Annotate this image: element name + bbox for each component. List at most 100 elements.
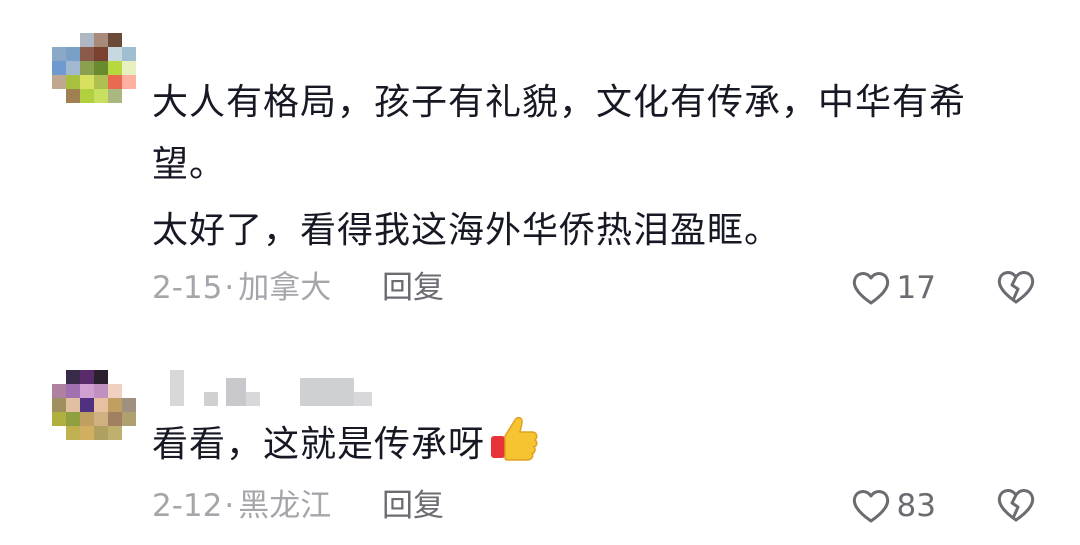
avatar-pixel: [122, 61, 136, 75]
like-button[interactable]: 17: [851, 268, 936, 308]
avatar-pixel: [122, 398, 136, 412]
dislike-button[interactable]: [996, 486, 1036, 526]
avatar-pixel: [52, 47, 66, 61]
avatar-pixel: [52, 370, 66, 384]
avatar-pixel: [66, 61, 80, 75]
comment-meta: 2-12· 黑龙江 回复: [152, 486, 444, 526]
reply-button[interactable]: 回复: [382, 268, 444, 308]
avatar-pixel: [80, 412, 94, 426]
comment-text-content: 看看，这就是传承呀: [152, 424, 486, 465]
comment-item: 看看，这就是传承呀 2-12· 黑龙江 回复 83: [0, 330, 1080, 545]
avatar-pixel: [66, 47, 80, 61]
avatar-pixel: [94, 47, 108, 61]
like-count: 83: [896, 488, 936, 524]
comment-location: 加拿大: [238, 270, 332, 306]
avatar-pixel: [94, 75, 108, 89]
avatar-pixel: [66, 426, 80, 440]
avatar[interactable]: [52, 370, 136, 454]
avatar-pixel: [122, 47, 136, 61]
avatar-pixel: [52, 75, 66, 89]
avatar-pixel: [80, 440, 94, 454]
avatar-pixel: [66, 103, 80, 117]
avatar-pixel: [94, 89, 108, 103]
avatar-pixel: [80, 61, 94, 75]
like-button[interactable]: 83: [851, 486, 936, 526]
avatar-pixel: [66, 384, 80, 398]
avatar-pixel: [108, 103, 122, 117]
avatar-pixel: [94, 440, 108, 454]
comment-date: 2-12: [152, 488, 223, 524]
avatar-pixel: [108, 398, 122, 412]
avatar-pixel: [122, 33, 136, 47]
avatar-pixel: [122, 384, 136, 398]
avatar-pixel: [122, 89, 136, 103]
comment-date: 2-15: [152, 270, 223, 306]
heart-icon: [851, 488, 891, 524]
avatar-pixel: [66, 412, 80, 426]
avatar-pixel: [80, 384, 94, 398]
broken-heart-icon: [996, 268, 1036, 306]
separator-dot: ·: [224, 270, 235, 306]
like-count: 17: [896, 270, 936, 306]
broken-heart-icon: [996, 486, 1036, 524]
avatar-pixel: [66, 75, 80, 89]
avatar-pixel: [80, 426, 94, 440]
avatar-pixel: [94, 370, 108, 384]
reply-button[interactable]: 回复: [382, 486, 444, 526]
dislike-button[interactable]: [996, 268, 1036, 308]
avatar-pixel: [94, 33, 108, 47]
avatar-pixel: [52, 412, 66, 426]
avatar-pixel: [52, 61, 66, 75]
avatar-pixel: [94, 412, 108, 426]
avatar-pixel: [66, 33, 80, 47]
avatar-pixel: [108, 61, 122, 75]
avatar-pixel: [122, 440, 136, 454]
avatar-pixel: [122, 426, 136, 440]
avatar-pixel: [52, 426, 66, 440]
avatar-pixel: [80, 370, 94, 384]
avatar-pixel: [80, 33, 94, 47]
avatar[interactable]: [52, 33, 136, 117]
avatar-pixel: [66, 89, 80, 103]
avatar-pixel: [122, 75, 136, 89]
avatar-pixel: [108, 89, 122, 103]
comment-location: 黑龙江: [238, 488, 332, 524]
avatar-pixel: [80, 398, 94, 412]
avatar-pixel: [108, 47, 122, 61]
avatar-pixel: [52, 103, 66, 117]
comment-text: 看看，这就是传承呀: [152, 414, 539, 476]
avatar-pixel: [108, 370, 122, 384]
comment-text-line: 望。: [152, 144, 227, 185]
avatar-pixel: [122, 103, 136, 117]
thumbs-up-icon: [489, 414, 539, 462]
avatar-pixel: [52, 89, 66, 103]
avatar-pixel: [80, 75, 94, 89]
separator-dot: ·: [224, 488, 235, 524]
avatar-pixel: [108, 426, 122, 440]
heart-icon: [851, 270, 891, 306]
avatar-pixel: [108, 440, 122, 454]
avatar-pixel: [66, 398, 80, 412]
avatar-pixel: [122, 370, 136, 384]
comment-meta: 2-15· 加拿大 回复: [152, 268, 444, 308]
avatar-pixel: [80, 47, 94, 61]
avatar-pixel: [108, 75, 122, 89]
avatar-pixel: [80, 89, 94, 103]
avatar-pixel: [66, 440, 80, 454]
comment-text-line: 太好了，看得我这海外华侨热泪盈眶。: [152, 210, 782, 251]
avatar-pixel: [108, 412, 122, 426]
avatar-pixel: [122, 412, 136, 426]
avatar-pixel: [108, 33, 122, 47]
avatar-pixel: [52, 33, 66, 47]
avatar-pixel: [66, 370, 80, 384]
avatar-pixel: [94, 103, 108, 117]
avatar-pixel: [94, 384, 108, 398]
avatar-pixel: [94, 426, 108, 440]
avatar-pixel: [80, 103, 94, 117]
comment-item: 大人有格局，孩子有礼貌，文化有传承，中华有希 望。 太好了，看得我这海外华侨热泪…: [0, 0, 1080, 330]
avatar-pixel: [52, 440, 66, 454]
avatar-pixel: [94, 398, 108, 412]
avatar-pixel: [108, 384, 122, 398]
avatar-pixel: [94, 61, 108, 75]
avatar-pixel: [52, 384, 66, 398]
